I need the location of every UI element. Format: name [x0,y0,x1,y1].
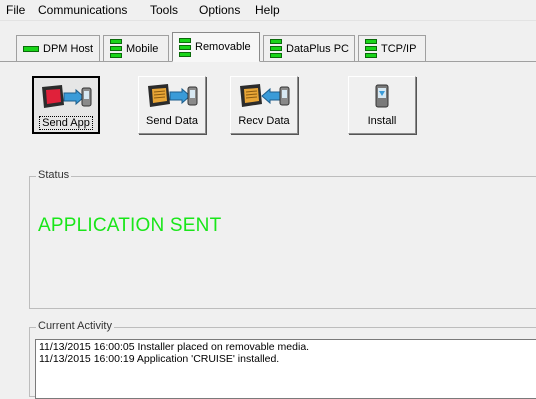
tab-label: DataPlus PC [286,42,349,55]
send-app-button[interactable]: Send App [32,76,100,134]
menu-options[interactable]: Options [199,3,240,17]
recv-data-label: Recv Data [238,115,290,127]
tab-dpm-host[interactable]: DPM Host [16,35,100,61]
activity-group-title: Current Activity [36,320,114,332]
led-stack-icon [110,39,122,58]
status-group-title: Status [36,169,72,181]
led-horizontal-icon [23,45,39,52]
led-stack-icon [365,39,377,58]
install-label: Install [367,115,397,127]
log-line: 11/13/2015 16:00:05 Installer placed on … [39,341,310,353]
tabs-baseline [0,61,536,62]
recv-data-icon [236,83,292,109]
send-data-button[interactable]: Send Data [138,76,206,134]
menu-bar: File Communications Tools Options Help [0,0,536,21]
recv-data-button[interactable]: Recv Data [230,76,298,134]
menu-tools[interactable]: Tools [150,3,178,17]
tab-removable[interactable]: Removable [172,32,260,62]
menu-help[interactable]: Help [255,3,280,17]
tab-label: TCP/IP [381,42,417,55]
status-group: Status APPLICATION SENT [29,169,536,309]
status-message: APPLICATION SENT [38,215,222,236]
send-app-label: Send App [39,116,93,130]
send-data-label: Send Data [146,115,198,127]
tab-dataplus-pc[interactable]: DataPlus PC [263,35,355,61]
menu-file[interactable]: File [6,3,25,17]
tab-label: DPM Host [43,42,94,55]
send-data-icon [144,83,200,109]
install-button[interactable]: Install [348,76,416,134]
led-stack-icon [270,39,282,58]
tab-mobile[interactable]: Mobile [103,35,169,61]
led-stack-icon [179,37,191,57]
log-line: 11/13/2015 16:00:19 Application 'CRUISE'… [39,353,280,365]
tab-label: Removable [195,41,251,53]
activity-log[interactable]: 11/13/2015 16:00:05 Installer placed on … [35,339,536,399]
tab-tcp-ip[interactable]: TCP/IP [358,35,426,61]
send-app-icon [38,84,94,110]
menu-communications[interactable]: Communications [38,3,127,17]
tab-label: Mobile [126,42,159,55]
install-icon [371,83,393,109]
